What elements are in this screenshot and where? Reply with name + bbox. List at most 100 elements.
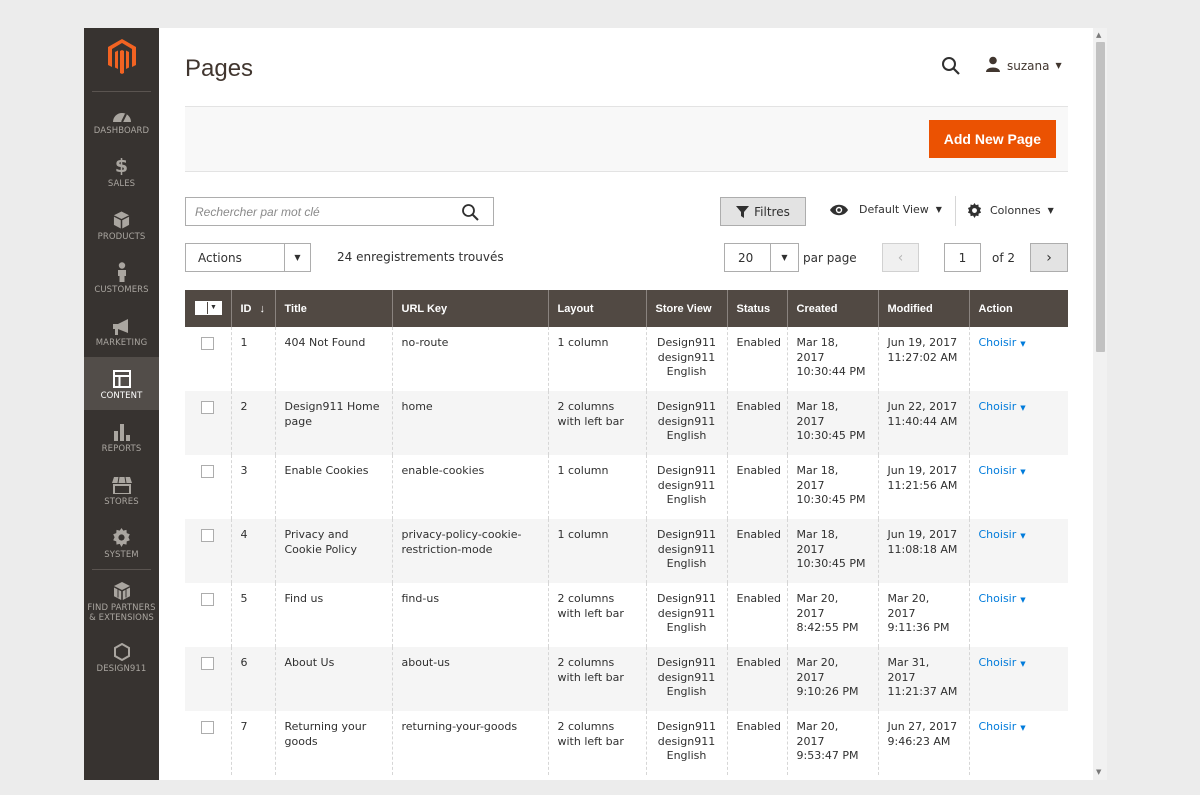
divider (955, 196, 956, 226)
row-checkbox[interactable] (201, 657, 214, 670)
cell-store-view: Design911 design911 English (645, 583, 727, 647)
cell-modified: Jun 19, 2017 11:08:18 AM (877, 519, 969, 583)
column-header-status[interactable]: Status (726, 290, 787, 327)
chevron-down-icon: ▼ (935, 205, 942, 214)
sidebar-item-label: SALES (107, 179, 136, 189)
columns-control[interactable]: Colonnes ▼ (967, 203, 1054, 218)
page-number-input[interactable]: 1 (944, 243, 981, 272)
cell-status: Enabled (726, 711, 787, 775)
chevron-down-icon: ▼ (1020, 404, 1026, 412)
columns-label: Colonnes (990, 204, 1041, 217)
row-select-cell (185, 455, 231, 519)
view-switcher[interactable]: Default View ▼ (829, 203, 942, 216)
column-header-modified[interactable]: Modified (877, 290, 969, 327)
row-checkbox[interactable] (201, 401, 214, 414)
cell-action: Choisir ▼ (968, 327, 1068, 391)
column-header-action[interactable]: Action (968, 290, 1068, 327)
column-header-store-view[interactable]: Store View (645, 290, 727, 327)
cell-status: Enabled (726, 583, 787, 647)
sidebar-item-dashboard[interactable]: DASHBOARD (84, 92, 159, 145)
row-checkbox[interactable] (201, 721, 214, 734)
row-action-dropdown[interactable]: Choisir ▼ (979, 528, 1026, 541)
page-scrollbar[interactable]: ▲ ▼ (1093, 28, 1107, 780)
box-icon (113, 207, 130, 229)
row-action-dropdown[interactable]: Choisir ▼ (979, 336, 1026, 349)
mass-actions-select[interactable]: Actions ▼ (185, 243, 311, 272)
keyword-search[interactable] (185, 197, 494, 226)
table-row[interactable]: 5 Find us find-us 2 columns with left bar De… (185, 583, 1068, 647)
column-header-created[interactable]: Created (786, 290, 878, 327)
cell-modified: Jun 27, 2017 9:46:23 AM (877, 711, 969, 775)
cell-action: Choisir ▼ (968, 583, 1068, 647)
row-checkbox[interactable] (201, 593, 214, 606)
cell-action: Choisir ▼ (968, 711, 1068, 775)
sidebar-item-design911[interactable]: DESIGN911 (84, 630, 159, 683)
search-input[interactable] (186, 204, 446, 219)
table-row[interactable]: 1 404 Not Found no-route 1 column Design911 d… (185, 327, 1068, 391)
storefront-icon (111, 472, 132, 494)
person-icon (116, 260, 128, 282)
cell-created: Mar 20, 2017 9:53:47 PM (786, 711, 878, 775)
row-checkbox[interactable] (201, 465, 214, 478)
add-new-page-button[interactable]: Add New Page (928, 120, 1056, 158)
cell-title: Privacy and Cookie Policy (274, 519, 392, 583)
main-content: Pages suzana ▼ Add New Page Filtres Defa… (159, 28, 1093, 780)
row-action-dropdown[interactable]: Choisir ▼ (979, 656, 1026, 669)
sidebar-item-label: REPORTS (101, 444, 142, 454)
cell-action: Choisir ▼ (968, 455, 1068, 519)
column-header-id[interactable]: ID ↓ (230, 290, 275, 327)
cell-title: Enable Cookies (274, 455, 392, 519)
sidebar-item-label: CUSTOMERS (94, 285, 149, 295)
table-row[interactable]: 4 Privacy and Cookie Policy privacy-policy… (185, 519, 1068, 583)
sidebar-item-customers[interactable]: CUSTOMERS (84, 251, 159, 304)
next-page-button[interactable]: › (1030, 243, 1068, 272)
row-action-dropdown[interactable]: Choisir ▼ (979, 464, 1026, 477)
table-row[interactable]: 6 About Us about-us 2 columns with left bar… (185, 647, 1068, 711)
sidebar-item-system[interactable]: SYSTEM (84, 516, 159, 569)
row-action-dropdown[interactable]: Choisir ▼ (979, 400, 1026, 413)
global-search-icon[interactable] (941, 56, 961, 80)
column-header-title[interactable]: Title (274, 290, 392, 327)
table-row[interactable]: 7 Returning your goods returning-your-good… (185, 711, 1068, 775)
sidebar-item-find-partners-extensions[interactable]: FIND PARTNERS & EXTENSIONS (84, 570, 159, 630)
magento-logo[interactable] (92, 28, 151, 92)
scroll-down-icon[interactable]: ▼ (1096, 768, 1101, 776)
per-page-select[interactable]: 20 ▼ (724, 243, 799, 272)
column-header-layout[interactable]: Layout (547, 290, 646, 327)
cell-action: Choisir ▼ (968, 647, 1068, 711)
cell-status: Enabled (726, 327, 787, 391)
user-menu[interactable]: suzana ▼ (985, 56, 1062, 75)
sidebar-item-stores[interactable]: STORES (84, 463, 159, 516)
cell-id: 1 (230, 327, 275, 391)
cell-id: 6 (230, 647, 275, 711)
chevron-down-icon: ▼ (1020, 340, 1026, 348)
row-action-dropdown[interactable]: Choisir ▼ (979, 592, 1026, 605)
sidebar-item-content[interactable]: CONTENT (84, 357, 159, 410)
scroll-up-icon[interactable]: ▲ (1096, 31, 1101, 39)
column-header-url-key[interactable]: URL Key (391, 290, 548, 327)
row-checkbox[interactable] (201, 529, 214, 542)
cell-url-key: enable-cookies (391, 455, 548, 519)
sidebar-item-sales[interactable]: $ SALES (84, 145, 159, 198)
sidebar-item-marketing[interactable]: MARKETING (84, 304, 159, 357)
cell-status: Enabled (726, 647, 787, 711)
table-row[interactable]: 3 Enable Cookies enable-cookies 1 column Des… (185, 455, 1068, 519)
row-action-dropdown[interactable]: Choisir ▼ (979, 720, 1026, 733)
cell-layout: 2 columns with left bar (547, 391, 646, 455)
search-icon[interactable] (461, 203, 479, 225)
cell-status: Enabled (726, 519, 787, 583)
cell-store-view: Design911 design911 English (645, 391, 727, 455)
scrollbar-thumb[interactable] (1096, 42, 1105, 352)
gear-icon (967, 203, 982, 218)
select-all-header[interactable]: ▼ (185, 290, 231, 327)
select-all-checkbox[interactable]: ▼ (195, 300, 222, 315)
table-row[interactable]: 2 Design911 Home page home 2 columns with l… (185, 391, 1068, 455)
cell-modified: Jun 19, 2017 11:21:56 AM (877, 455, 969, 519)
page-title: Pages (185, 55, 254, 82)
bar-chart-icon (113, 419, 131, 441)
sidebar-item-reports[interactable]: REPORTS (84, 410, 159, 463)
sidebar-item-products[interactable]: PRODUCTS (84, 198, 159, 251)
row-checkbox[interactable] (201, 337, 214, 350)
previous-page-button[interactable]: ‹ (882, 243, 919, 272)
filters-button[interactable]: Filtres (720, 197, 806, 226)
